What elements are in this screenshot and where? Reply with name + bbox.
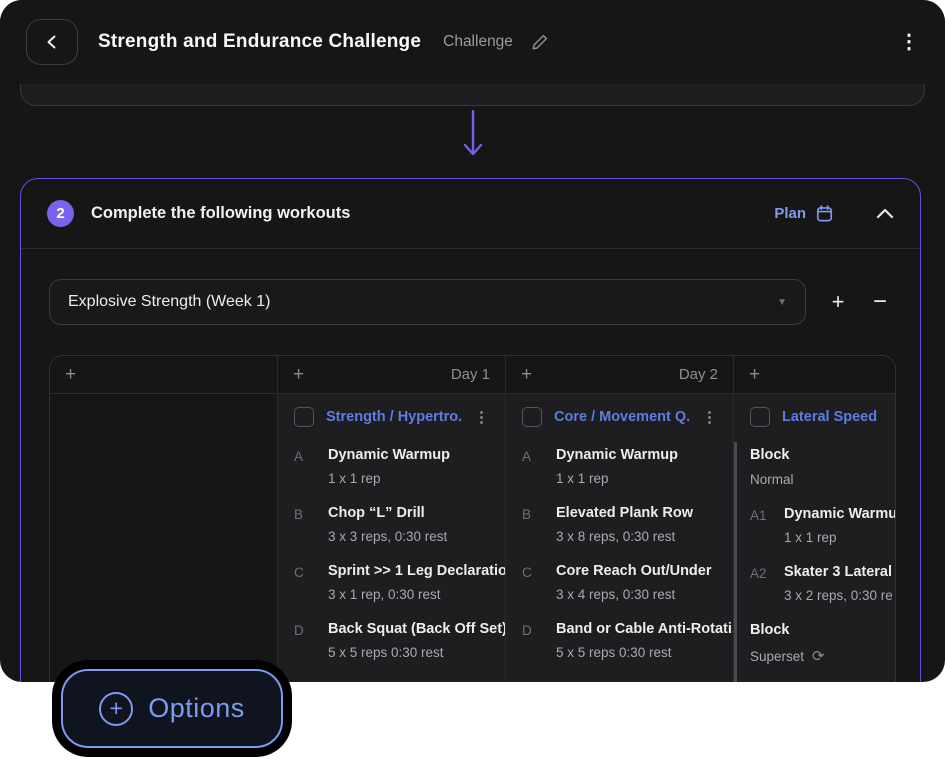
exercise-detail: 1 x 1 rep [556,471,678,486]
calendar-icon [815,204,834,223]
program-select-value: Explosive Strength (Week 1) [68,293,270,311]
exercise-row[interactable]: C Core Reach Out/Under 3 x 4 reps, 0:30 … [522,563,717,602]
step-title: Complete the following workouts [91,204,350,223]
collapse-section-button[interactable] [876,208,894,219]
add-workout-icon[interactable]: + [65,365,76,384]
exercise-row[interactable]: D Back Squat (Back Off Set) 5 x 5 reps 0… [294,621,489,660]
exercise-detail: 3 x 2 reps, 0:30 re [784,588,895,603]
caret-down-icon: ▼ [777,297,787,308]
workout-title[interactable]: Core / Movement Q... [554,409,690,425]
plan-button-label: Plan [774,205,806,222]
page-title: Strength and Endurance Challenge [98,31,421,53]
workout-card[interactable]: Lateral Speed / Ply Block Normal A1 Dyna… [734,394,895,682]
options-button-label: Options [148,693,245,724]
exercise-name: Dynamic Warmup [784,506,895,522]
block-type[interactable]: Normal [750,472,879,487]
exercise-row[interactable]: A1 Dynamic Warmup 1 x 1 rep [750,506,879,545]
exercise-row[interactable]: A2 Skater 3 Lateral Ho 3 x 2 reps, 0:30 … [750,564,879,603]
block-label: Block [750,447,879,463]
back-chevron-icon [45,34,59,50]
step-number-badge: 2 [47,200,74,227]
header-menu-button[interactable]: ⋮ [899,32,919,52]
column-drag-indicator [734,442,737,682]
plan-button[interactable]: Plan [774,204,834,223]
exercise-row[interactable]: A Dynamic Warmup 1 x 1 rep [294,447,489,486]
workout-checkbox[interactable] [750,407,770,427]
board-column-empty [50,394,278,682]
exercise-name: Back Squat (Back Off Set) [328,621,505,637]
remove-week-button[interactable]: − [864,290,896,314]
exercise-detail: 1 x 1 rep [328,471,450,486]
exercise-name: Skater 3 Lateral Ho [784,564,895,580]
step-card: 2 Complete the following workouts Plan [20,178,921,682]
step-header: 2 Complete the following workouts Plan [21,179,920,249]
board-header-cell-4: + [734,356,895,393]
board-body: Strength / Hypertro... ⋮ A Dynamic Warmu… [50,394,895,682]
board-column-day3: Lateral Speed / Ply Block Normal A1 Dyna… [734,394,895,682]
board-header: + + Day 1 + Day 2 + [50,356,895,394]
exercise-detail: 5 x 5 reps 0:30 rest [556,645,733,660]
exercise-name: Elevated Plank Row [556,505,693,521]
workout-checkbox[interactable] [522,407,542,427]
plus-circle-icon: + [99,692,133,726]
workout-board: + + Day 1 + Day 2 + [49,355,896,682]
exercise-row[interactable]: B Elevated Plank Row 3 x 8 reps, 0:30 re… [522,505,717,544]
chevron-up-icon [876,208,894,219]
options-button[interactable]: + Options [61,669,283,748]
exercise-name: Chop “L” Drill [328,505,447,521]
exercise-name: Band or Cable Anti-Rotati... [556,621,733,637]
exercise-row[interactable]: B Chop “L” Drill 3 x 3 reps, 0:30 rest [294,505,489,544]
board-column-day2: Core / Movement Q... ⋮ A Dynamic Warmup … [506,394,734,682]
add-workout-icon[interactable]: + [749,365,760,384]
exercise-row[interactable]: D Band or Cable Anti-Rotati... 5 x 5 rep… [522,621,717,660]
exercise-detail: 1 x 1 rep [784,530,895,545]
add-workout-icon[interactable]: + [293,365,304,384]
block-label: Block [750,622,879,638]
add-workout-icon[interactable]: + [521,365,532,384]
superset-cycle-icon: ⟳ [812,647,825,665]
flow-arrow-down-icon [460,110,486,167]
board-column-day1: Strength / Hypertro... ⋮ A Dynamic Warmu… [278,394,506,682]
program-select-row: Explosive Strength (Week 1) ▼ + − [21,249,920,325]
day-label: Day 1 [451,366,490,383]
pencil-icon [531,33,549,51]
exercise-name: Dynamic Warmup [328,447,450,463]
board-header-cell-1: + [50,356,278,393]
exercise-name: Sprint >> 1 Leg Declarations [328,563,505,579]
board-header-cell-3: + Day 2 [506,356,734,393]
workout-title[interactable]: Strength / Hypertro... [326,409,462,425]
exercise-detail: 5 x 5 reps 0:30 rest [328,645,505,660]
workout-menu-icon[interactable]: ⋮ [702,410,717,425]
edit-title-button[interactable] [531,33,549,51]
app-header: Strength and Endurance Challenge Challen… [0,0,945,84]
workout-card[interactable]: Strength / Hypertro... ⋮ A Dynamic Warmu… [278,394,505,682]
exercise-detail: 3 x 3 reps, 0:30 rest [328,529,447,544]
block-type[interactable]: Superset ⟳ [750,647,879,665]
program-select[interactable]: Explosive Strength (Week 1) ▼ [49,279,806,325]
exercise-row[interactable]: C Sprint >> 1 Leg Declarations 3 x 1 rep… [294,563,489,602]
board-header-cell-2: + Day 1 [278,356,506,393]
app-window: Strength and Endurance Challenge Challen… [0,0,945,682]
challenge-type-label: Challenge [443,33,513,51]
workout-menu-icon[interactable]: ⋮ [474,410,489,425]
workout-card[interactable]: Core / Movement Q... ⋮ A Dynamic Warmup … [506,394,733,682]
exercise-name: Core Reach Out/Under [556,563,712,579]
add-week-button[interactable]: + [822,291,854,313]
day-label: Day 2 [679,366,718,383]
workout-title[interactable]: Lateral Speed / Ply [782,409,879,425]
exercise-detail: 3 x 1 rep, 0:30 rest [328,587,505,602]
back-button[interactable] [26,19,78,65]
exercise-name: Dynamic Warmup [556,447,678,463]
options-button-highlight-ring: + Options [52,660,292,757]
exercise-detail: 3 x 8 reps, 0:30 rest [556,529,693,544]
exercise-row[interactable]: A Dynamic Warmup 1 x 1 rep [522,447,717,486]
exercise-detail: 3 x 4 reps, 0:30 rest [556,587,712,602]
workout-checkbox[interactable] [294,407,314,427]
